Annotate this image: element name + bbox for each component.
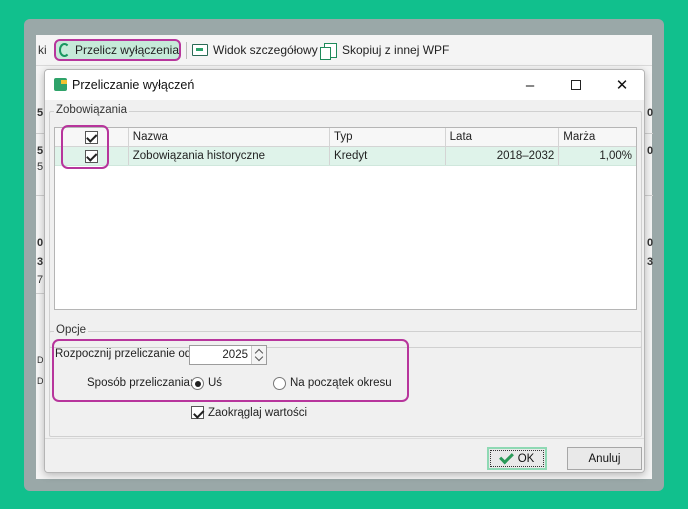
background-fragment: D <box>37 355 44 365</box>
obligations-group: Zobowiązania Nazwa Typ Lata Marża Zobowi… <box>49 104 642 348</box>
cell-name: Zobowiązania historyczne <box>129 147 331 165</box>
background-fragment: 0 <box>647 107 654 119</box>
cell-type: Kredyt <box>330 147 446 165</box>
close-button[interactable]: ✕ <box>599 70 644 100</box>
dialog-title: Przeliczanie wyłączeń <box>72 78 195 92</box>
main-application: ki Przelicz wyłączenia Widok szczegółowy… <box>36 35 654 479</box>
table-row[interactable]: Zobowiązania historyczne Kredyt 2018–203… <box>55 147 636 166</box>
cell-margin: 1,00% <box>599 150 633 162</box>
dialog-titlebar[interactable]: Przeliczanie wyłączeń – ✕ <box>45 70 644 100</box>
background-divider <box>36 133 44 134</box>
detail-view-button[interactable]: Widok szczegółowy <box>192 39 318 61</box>
column-header-years[interactable]: Lata <box>446 128 560 146</box>
start-year-label: Rozpocznij przeliczanie od: <box>55 348 195 360</box>
round-values-option[interactable]: Zaokrąglaj wartości <box>191 406 307 419</box>
background-fragment: 0 <box>647 237 654 249</box>
minimize-button[interactable]: – <box>507 70 553 100</box>
background-fragment: 5 <box>37 161 44 173</box>
ok-button[interactable]: OK <box>487 447 547 470</box>
start-year-stepper[interactable]: 2025 <box>189 345 267 365</box>
checkbox-highlight-annotation <box>61 125 109 169</box>
method-option-1-label[interactable]: Uś <box>208 377 222 389</box>
copy-from-other-wpf-button[interactable]: Skopiuj z innej WPF <box>320 39 450 61</box>
recalc-method-label: Sposób przeliczania: <box>87 377 194 389</box>
minimize-icon: – <box>525 76 535 94</box>
cancel-button-label: Anuluj <box>588 452 621 465</box>
background-fragment: 3 <box>647 256 654 268</box>
background-fragment: 0 <box>37 237 44 249</box>
ok-button-label: OK <box>517 452 535 465</box>
table-header-row: Nazwa Typ Lata Marża <box>55 128 636 147</box>
background-fragment: 5 <box>37 145 44 157</box>
cancel-button[interactable]: Anuluj <box>567 447 642 470</box>
background-fragment: D <box>37 376 44 386</box>
background-fragment: 0 <box>647 145 654 157</box>
column-header-margin[interactable]: Marża <box>559 128 636 146</box>
background-divider <box>36 195 44 196</box>
recalculate-exclusions-dialog: Przeliczanie wyłączeń – ✕ Zobowiązania N… <box>44 69 645 473</box>
obligations-table: Nazwa Typ Lata Marża Zobowiązania histor… <box>54 127 637 310</box>
copy-from-other-wpf-label: Skopiuj z innej WPF <box>342 43 450 57</box>
method-radio-selected[interactable] <box>191 377 204 390</box>
detail-view-label: Widok szczegółowy <box>213 43 318 57</box>
background-divider <box>36 293 44 294</box>
round-values-checkbox[interactable] <box>191 406 204 419</box>
close-icon: ✕ <box>615 77 629 94</box>
background-fragment: 7 <box>37 274 44 286</box>
column-header-type[interactable]: Typ <box>330 128 446 146</box>
spin-arrows-icon[interactable] <box>251 346 266 364</box>
background-fragment: 5 <box>37 107 44 119</box>
checkmark-icon <box>498 449 514 464</box>
background-fragment: 3 <box>37 256 44 268</box>
method-radio-period-start[interactable] <box>273 377 286 390</box>
column-header-name[interactable]: Nazwa <box>129 128 331 146</box>
start-year-value[interactable]: 2025 <box>190 349 251 361</box>
copy-icon <box>320 42 337 60</box>
recalculate-exclusions-button[interactable]: Przelicz wyłączenia <box>54 39 181 61</box>
screenshot-frame: ki Przelicz wyłączenia Widok szczegółowy… <box>24 19 664 491</box>
app-icon <box>54 78 67 91</box>
toolbar-clipped-item[interactable]: ki <box>38 39 47 61</box>
main-toolbar: ki Przelicz wyłączenia Widok szczegółowy… <box>36 35 652 66</box>
dialog-footer: OK Anuluj <box>45 438 644 472</box>
toolbar-separator <box>186 42 187 59</box>
method-option-2-label[interactable]: Na początek okresu <box>290 377 392 389</box>
background-divider <box>645 133 653 134</box>
recalculate-icon <box>59 43 70 57</box>
detail-view-icon <box>192 44 208 56</box>
maximize-icon <box>571 80 581 90</box>
options-legend: Opcje <box>54 324 89 336</box>
obligations-legend: Zobowiązania <box>54 104 129 116</box>
maximize-button[interactable] <box>553 70 599 100</box>
round-values-label[interactable]: Zaokrąglaj wartości <box>208 407 307 419</box>
recalculate-exclusions-label: Przelicz wyłączenia <box>74 43 179 57</box>
cell-years: 2018–2032 <box>446 147 560 165</box>
background-divider <box>645 195 653 196</box>
